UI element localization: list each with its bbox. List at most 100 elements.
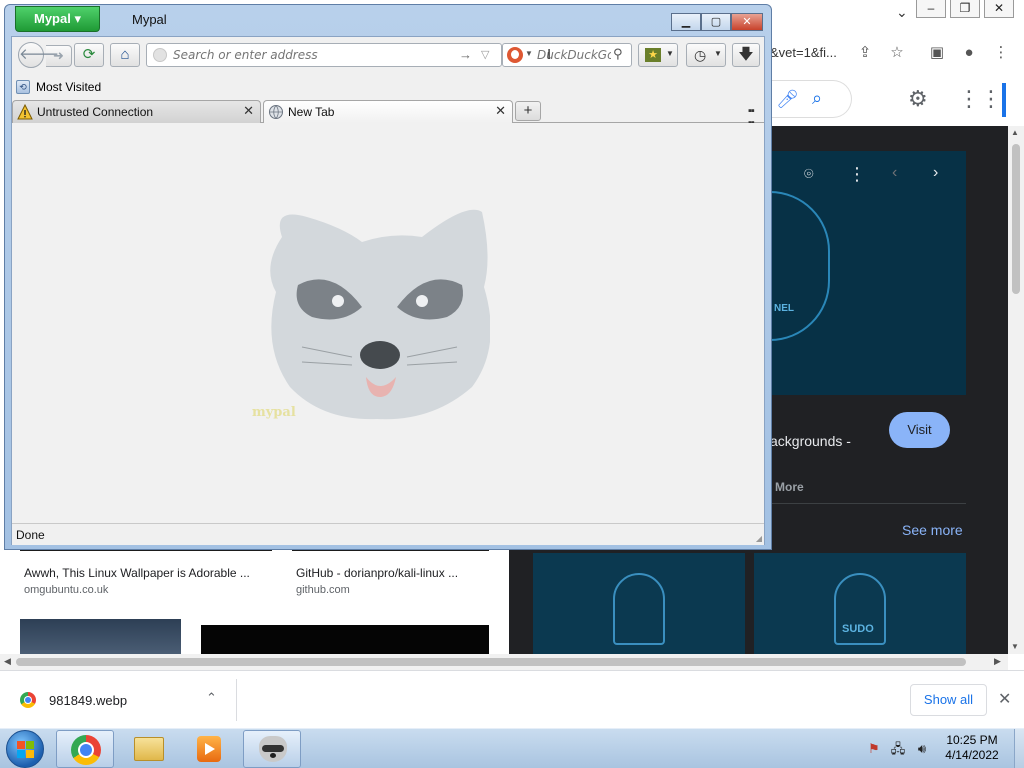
taskbar-explorer[interactable] [120, 730, 178, 768]
bookmark-star-icon[interactable]: ☆ [888, 44, 906, 62]
close-button[interactable]: ✕ [731, 13, 763, 31]
close-icon[interactable]: ✕ [998, 689, 1011, 709]
related-image-thumbnail[interactable]: SUDO [754, 553, 966, 654]
taskbar-mypal[interactable] [243, 730, 301, 768]
sign-in-button-edge[interactable] [1002, 83, 1006, 117]
tab-label: New Tab [288, 105, 335, 119]
scroll-up-icon[interactable]: ▲ [1011, 128, 1019, 137]
horizontal-scrollbar[interactable]: ◀ ▶ [0, 654, 1008, 670]
scroll-right-icon[interactable]: ▶ [994, 656, 1001, 667]
tab-close-icon[interactable]: ✕ [495, 103, 506, 119]
scrollbar-thumb[interactable] [1012, 144, 1020, 294]
bookmarks-dropdown-icon[interactable]: ▼ [666, 49, 674, 58]
reload-button[interactable]: ⟳ [74, 43, 104, 67]
address-input[interactable] [173, 47, 443, 63]
mypal-menu-button[interactable]: Mypal ▾ [15, 6, 100, 32]
history-button[interactable]: ◷ ▼ [686, 43, 726, 67]
side-panel-icon[interactable]: ▣ [928, 44, 946, 62]
voice-search-icon[interactable]: 🎤︎ [776, 89, 799, 110]
raccoon-logo [270, 209, 490, 420]
sudo-text: SUDO [842, 623, 874, 635]
bookmark-folder-icon: ⟲ [16, 80, 30, 94]
share-icon[interactable]: ⇪ [856, 44, 874, 62]
profile-icon[interactable]: ● [960, 44, 978, 62]
tab-untrusted-connection[interactable]: Untrusted Connection ✕ [12, 100, 261, 123]
system-clock[interactable]: 10:25 PM 4/14/2022 [936, 733, 1008, 763]
scroll-down-icon[interactable]: ▼ [1011, 642, 1019, 651]
bookmark-most-visited[interactable]: ⟲ Most Visited [16, 78, 101, 96]
start-button[interactable] [6, 730, 44, 768]
tab-label: Untrusted Connection [37, 105, 154, 119]
chrome-window-controls: – ❐ ✕ [916, 0, 1014, 18]
home-button[interactable]: ⌂ [110, 43, 140, 67]
status-bar: Done ◢ [12, 523, 764, 545]
preview-image[interactable]: NEL [770, 151, 966, 395]
google-search-row: 🎤︎ ⌕ ⚙ ⋮⋮ [770, 80, 1024, 120]
skull-graphic [613, 573, 665, 645]
chrome-minimize-button[interactable]: – [916, 0, 946, 18]
result-title[interactable]: GitHub - dorianpro/kali-linux ... [296, 566, 458, 580]
engine-dropdown-icon[interactable]: ▼ [525, 49, 533, 58]
show-all-button[interactable]: Show all [910, 684, 987, 716]
more-options-icon[interactable]: ⋮ [848, 164, 866, 185]
search-icon[interactable]: ⚲ [613, 46, 623, 62]
tab-search-chevron-icon[interactable]: ⌄ [896, 4, 908, 21]
text-cursor-icon: I [547, 46, 552, 63]
downloads-button[interactable]: 🡇 [732, 43, 760, 67]
address-bar[interactable]: → ▽ [146, 43, 502, 67]
chrome-restore-button[interactable]: ❐ [950, 0, 980, 18]
tab-close-icon[interactable]: ✕ [243, 103, 254, 119]
result-source: github.com [296, 584, 350, 596]
related-image-thumbnail[interactable] [533, 553, 745, 654]
mypal-logo-text: mypal [252, 405, 296, 420]
window-controls: ▁ ▢ ✕ [671, 13, 763, 31]
result-image[interactable] [20, 619, 181, 654]
chrome-address-bar[interactable]: &vet=1&fi... ⇪ ☆ ▣ ● ⋮ [770, 36, 1024, 70]
search-icon[interactable]: ⌕ [812, 88, 822, 109]
more-link[interactable]: More [775, 480, 804, 494]
maximize-button[interactable]: ▢ [701, 13, 731, 31]
status-text: Done [16, 528, 45, 542]
vertical-scrollbar[interactable]: ▲ ▼ [1008, 126, 1024, 654]
emblem-text: NEL [774, 303, 794, 314]
new-tab-button[interactable]: + [515, 101, 541, 121]
image-title[interactable]: ackgrounds - [770, 433, 851, 449]
go-arrow-icon[interactable]: → [459, 47, 472, 62]
resize-grip-icon[interactable]: ◢ [756, 534, 762, 543]
chrome-menu-icon[interactable]: ⋮ [992, 44, 1010, 62]
result-title[interactable]: Awwh, This Linux Wallpaper is Adorable .… [24, 566, 250, 580]
search-bar[interactable]: ▼ I ⚲ [502, 43, 632, 67]
previous-image-icon[interactable]: ‹ [892, 164, 897, 182]
duckduckgo-icon[interactable] [507, 47, 523, 63]
tab-new-tab[interactable]: New Tab ✕ [263, 100, 513, 124]
mypal-window: Mypal ▾ Mypal ▁ ▢ ✕ ➜ 🡐 ⟳ ⌂ → ▽ ▼ I ⚲ [4, 4, 772, 550]
visit-button[interactable]: Visit [889, 412, 950, 448]
volume-icon[interactable]: 🔊︎ [914, 741, 930, 757]
apps-grid-icon[interactable]: ⋮⋮ [958, 86, 1002, 112]
download-file-name[interactable]: 981849.webp [49, 693, 127, 708]
search-result[interactable]: Awwh, This Linux Wallpaper is Adorable .… [24, 566, 250, 596]
chevron-up-icon[interactable]: ⌃ [206, 690, 217, 706]
action-center-flag-icon[interactable]: ⚑ [866, 741, 882, 757]
taskbar-media-player[interactable] [180, 730, 238, 768]
address-dropdown-icon[interactable]: ▽ [481, 48, 489, 61]
bookmarks-button[interactable]: ★ ▼ [638, 43, 678, 67]
scrollbar-thumb[interactable] [16, 658, 966, 666]
google-search-box[interactable]: 🎤︎ ⌕ [770, 80, 852, 118]
lens-search-icon[interactable]: ⌾ [804, 166, 814, 184]
search-result[interactable]: GitHub - dorianpro/kali-linux ... github… [296, 566, 458, 596]
next-image-icon[interactable]: › [933, 164, 938, 182]
back-button[interactable]: 🡐 [18, 42, 59, 68]
result-image[interactable] [201, 625, 489, 654]
scroll-left-icon[interactable]: ◀ [4, 656, 11, 667]
taskbar-chrome[interactable] [56, 730, 114, 768]
settings-gear-icon[interactable]: ⚙ [908, 86, 928, 112]
minimize-button[interactable]: ▁ [671, 13, 701, 31]
chrome-close-button[interactable]: ✕ [984, 0, 1014, 18]
see-more-link[interactable]: See more [902, 522, 963, 538]
history-dropdown-icon[interactable]: ▼ [714, 49, 722, 58]
site-identity-icon[interactable] [153, 48, 167, 62]
show-desktop-button[interactable] [1014, 729, 1024, 768]
network-icon[interactable]: 🖧︎ [890, 741, 906, 757]
chrome-file-icon [20, 692, 36, 708]
